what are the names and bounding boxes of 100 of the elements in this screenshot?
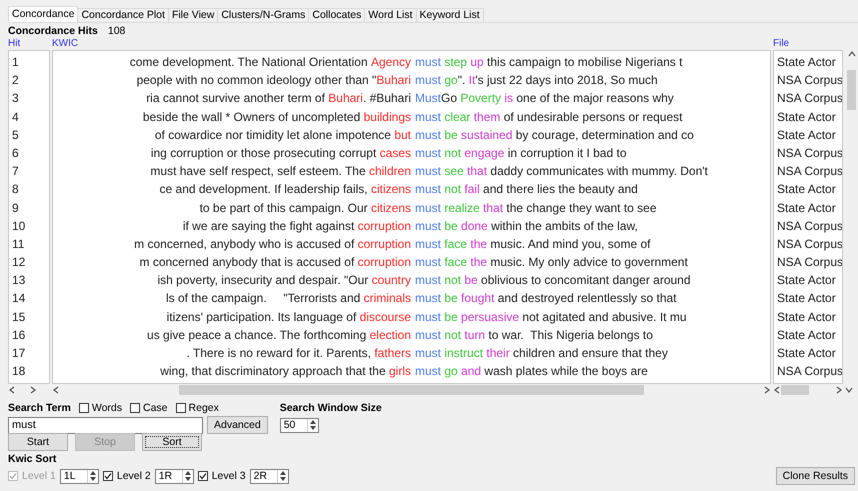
right-context: must not engage in corruption it I bad to [415, 144, 628, 162]
right-context: must not fail and there lies the beauty and [415, 181, 639, 198]
hits-count: 108 [108, 25, 126, 37]
file-name: State Actor [776, 126, 837, 144]
scroll-down-icon[interactable] [845, 386, 853, 394]
left-context: come development. The National Orientation Agency [128, 54, 411, 71]
column-header[interactable]: KWIC [52, 38, 773, 50]
checkbox[interactable] [102, 471, 113, 481]
right-context: must step up this campaign to mobilise Nigerians t [415, 54, 684, 71]
right-context: must not turn to war. This Nigeria belongs to [415, 326, 654, 344]
search-term-label: Search Term [8, 402, 71, 414]
checkbox[interactable] [176, 403, 186, 413]
hit-number: 6 [11, 144, 20, 162]
column-header[interactable]: Hit [8, 38, 52, 50]
left-context: people with no common ideology other than "Buhari [136, 72, 411, 90]
right-context: must go and wash plates while the boys are [415, 363, 649, 380]
scroll-left-icon[interactable] [52, 386, 60, 394]
level-spinner[interactable]: 1R [154, 468, 194, 484]
file-name: State Actor [776, 54, 837, 71]
left-context: wing, that discriminatory approach that the girls [159, 363, 411, 380]
right-context: must be done within the ambits of the law, [415, 218, 639, 235]
level-spinner[interactable]: 2R [250, 468, 289, 484]
scroll-thumb[interactable] [179, 385, 644, 395]
file-name: State Actor [776, 326, 837, 344]
hit-number: 9 [11, 200, 20, 216]
hit-number: 10 [11, 218, 26, 235]
file-name: State Actor [776, 272, 837, 290]
scroll-left-icon[interactable] [8, 386, 16, 394]
file-name: State Actor [776, 108, 837, 126]
checkbox[interactable] [198, 471, 208, 481]
hit-number: 15 [11, 308, 26, 326]
level-label: Level 2 [116, 470, 151, 482]
left-context: ls of the campaign. "Terrorists and criminals [164, 290, 411, 308]
scroll-right-icon[interactable] [763, 386, 771, 394]
scroll-left-icon[interactable] [773, 386, 781, 394]
column-header[interactable]: File [773, 38, 843, 50]
left-context: . There is no reward for it. Parents, fathers [185, 345, 411, 362]
hit-number: 1 [11, 54, 20, 71]
file-name: State Actor [776, 290, 837, 308]
hit-number: 8 [11, 181, 20, 198]
hit-number: 3 [11, 90, 20, 108]
tab[interactable]: Keyword List [416, 8, 484, 22]
hits-label: Concordance Hits [8, 25, 98, 37]
scroll-thumb[interactable] [781, 385, 809, 395]
hit-number: 13 [11, 272, 26, 290]
hit-number: 2 [11, 72, 20, 90]
right-context: MustGo Poverty is one of the major reasons why [415, 90, 675, 108]
window-size-label: Search Window Size [280, 402, 382, 414]
hit-number: 18 [11, 363, 26, 380]
left-context: us give peace a chance. The forthcoming election [146, 326, 411, 344]
tab[interactable]: Concordance [8, 6, 78, 22]
hit-number: 11 [11, 236, 26, 253]
checkbox[interactable] [130, 403, 140, 413]
option-label: Regex [188, 402, 219, 414]
option-label: Words [92, 402, 122, 414]
hit-number: 17 [11, 345, 26, 362]
left-context: m concerned anybody that is accused of corruption [138, 254, 411, 272]
scroll-right-icon[interactable] [835, 386, 843, 394]
right-context: must be sustained by courage, determination and co [415, 126, 695, 144]
right-context: must go". It's just 22 days into 2018, So much [415, 72, 659, 90]
hit-number: 7 [11, 163, 20, 180]
left-context: of cowardice nor timidity let alone impotence but [154, 126, 411, 144]
option-label: Case [143, 402, 168, 414]
clone-results-button[interactable]: Clone Results [776, 467, 855, 485]
left-context: if we are saying the fight against corruption [182, 218, 411, 235]
kwic-sort-label: Kwic Sort [8, 453, 56, 465]
search-field[interactable]: must [8, 416, 203, 434]
scroll-up-icon[interactable] [848, 50, 856, 58]
hit-number: 5 [11, 126, 20, 144]
hit-number: 14 [11, 290, 26, 308]
scroll-thumb[interactable] [847, 70, 856, 110]
left-context: ing corruption or those prosecuting corrupt cases [150, 144, 411, 162]
level-label: Level 1 [22, 470, 56, 482]
right-context: must realize that the change they want to see [415, 200, 658, 216]
right-context: must be persuasive not agitated and abusive. It mu [415, 308, 688, 326]
file-name: State Actor [776, 308, 837, 326]
right-context: must face the music. And mind you, some of [415, 236, 652, 253]
left-context: to be part of this campaign. Our citizens [198, 200, 411, 216]
right-context: must face the music. My only advice to government [415, 254, 689, 272]
scroll-right-icon[interactable] [29, 386, 37, 394]
file-name: State Actor [776, 200, 837, 216]
action-button[interactable]: Start [8, 433, 68, 451]
right-context: must not be oblivious to concomitant danger around [415, 272, 692, 290]
window-size-spinner[interactable]: 50 [280, 418, 319, 432]
left-context: ria cannot survive another term of Buhari. #Buhari [145, 90, 411, 108]
left-context: beside the wall * Owners of uncompleted buildings [142, 108, 411, 126]
level-label: Level 3 [212, 470, 246, 482]
hit-number: 4 [11, 108, 20, 126]
right-context: must be fought and destroyed relentlessly so that [415, 290, 678, 308]
checkbox[interactable] [78, 403, 89, 413]
file-name: State Actor [776, 345, 837, 362]
left-context: must have self respect, self esteem. The children [149, 163, 411, 180]
advanced-button[interactable]: Advanced [207, 416, 268, 434]
hit-number: 12 [11, 254, 26, 272]
hit-number: 16 [11, 326, 26, 344]
right-context: must clear them of undesirable persons or request [415, 108, 684, 126]
right-context: must instruct their children and ensure that they [415, 345, 669, 362]
right-context: must see that daddy communicates with mummy. Don't [415, 163, 709, 180]
file-name: State Actor [776, 181, 837, 198]
action-button[interactable]: Sort [142, 433, 202, 451]
